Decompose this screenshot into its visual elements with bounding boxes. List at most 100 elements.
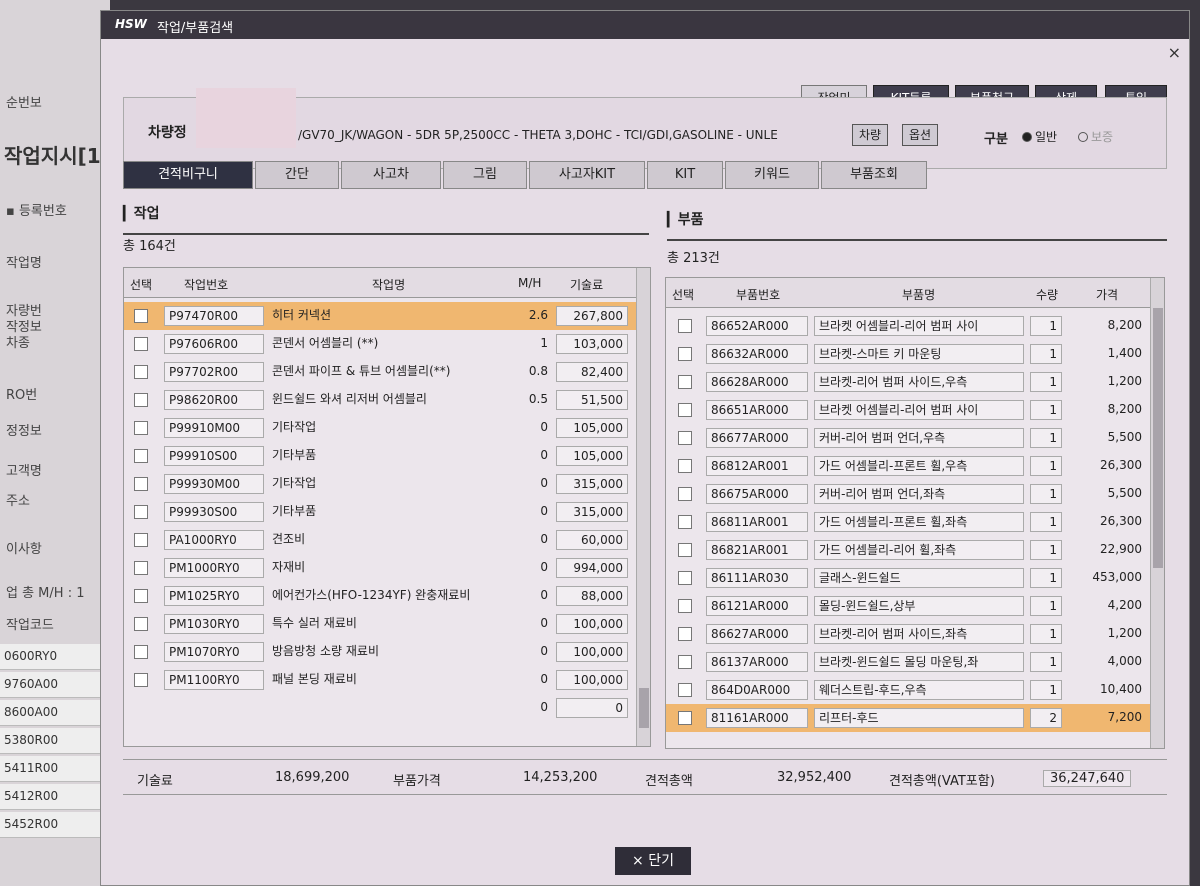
- labor-table-row[interactable]: P99910S00 기타부품 0 105,000: [124, 442, 650, 470]
- tab-accident-car[interactable]: 사고차: [341, 161, 441, 189]
- labor-row-checkbox[interactable]: [134, 337, 148, 351]
- part-qty[interactable]: 1: [1030, 540, 1062, 560]
- parts-row-checkbox[interactable]: [678, 711, 692, 725]
- part-qty[interactable]: 1: [1030, 680, 1062, 700]
- labor-table-row[interactable]: PA1000RY0 견조비 0 60,000: [124, 526, 650, 554]
- parts-row-checkbox[interactable]: [678, 683, 692, 697]
- radio-insurance[interactable]: 보증: [1078, 128, 1113, 145]
- vehicle-description: /GV70_JK/WAGON - 5DR 5P,2500CC - THETA 3…: [298, 128, 778, 142]
- tab-keyword[interactable]: 키워드: [725, 161, 819, 189]
- parts-row-checkbox[interactable]: [678, 347, 692, 361]
- labor-row-checkbox[interactable]: [134, 421, 148, 435]
- parts-row-checkbox[interactable]: [678, 459, 692, 473]
- parts-table-row[interactable]: 864D0AR000 웨더스트립-후드,우측 1 10,400: [666, 676, 1164, 704]
- parts-table-row[interactable]: 86652AR000 브라켓 어셈블리-리어 범퍼 사이 1 8,200: [666, 312, 1164, 340]
- parts-table-row[interactable]: 86821AR001 가드 어셈블리-리어 휠,좌측 1 22,900: [666, 536, 1164, 564]
- vehicle-button[interactable]: 차량: [852, 124, 889, 146]
- labor-row-checkbox[interactable]: [134, 365, 148, 379]
- part-qty[interactable]: 1: [1030, 372, 1062, 392]
- tab-kit[interactable]: KIT: [647, 161, 723, 189]
- part-qty[interactable]: 1: [1030, 400, 1062, 420]
- estimate-vat-value: 36,247,640: [1043, 770, 1132, 787]
- labor-table-row[interactable]: PM1100RY0 패널 본딩 재료비 0 100,000: [124, 666, 650, 694]
- part-qty[interactable]: 1: [1030, 624, 1062, 644]
- parts-table-row[interactable]: 86628AR000 브라켓-리어 범퍼 사이드,우측 1 1,200: [666, 368, 1164, 396]
- labor-row-checkbox[interactable]: [134, 533, 148, 547]
- labor-row-checkbox[interactable]: [134, 561, 148, 575]
- labor-row-checkbox[interactable]: [134, 617, 148, 631]
- parts-row-checkbox[interactable]: [678, 319, 692, 333]
- labor-table-row[interactable]: P97606R00 콘덴서 어셈블리 (**) 1 103,000: [124, 330, 650, 358]
- parts-row-checkbox[interactable]: [678, 571, 692, 585]
- labor-row-checkbox[interactable]: [134, 309, 148, 323]
- parts-table-row[interactable]: 86627AR000 브라켓-리어 범퍼 사이드,좌측 1 1,200: [666, 620, 1164, 648]
- labor-row-checkbox[interactable]: [134, 589, 148, 603]
- labor-table-row[interactable]: P98620R00 윈드쉴드 와셔 리저버 어셈블리 0.5 51,500: [124, 386, 650, 414]
- labor-table-row[interactable]: P97470R00 히터 커넥션 2.6 267,800: [124, 302, 650, 330]
- labor-table-row[interactable]: PM1030RY0 특수 실러 재료비 0 100,000: [124, 610, 650, 638]
- labor-table-row[interactable]: PM1025RY0 에어컨가스(HFO-1234YF) 완충재료비 0 88,000: [124, 582, 650, 610]
- parts-table-row[interactable]: 86137AR000 브라켓-윈드쉴드 몰딩 마운팅,좌 1 4,000: [666, 648, 1164, 676]
- parts-table-row[interactable]: 86632AR000 브라켓-스마트 키 마운팅 1 1,400: [666, 340, 1164, 368]
- parts-row-checkbox[interactable]: [678, 403, 692, 417]
- part-qty[interactable]: 2: [1030, 708, 1062, 728]
- labor-header-name: 작업명: [372, 278, 406, 292]
- parts-table-row[interactable]: 86111AR030 글래스-윈드쉴드 1 453,000: [666, 564, 1164, 592]
- parts-scrollbar[interactable]: [1150, 278, 1164, 748]
- parts-table-row[interactable]: 86121AR000 몰딩-윈드쉴드,상부 1 4,200: [666, 592, 1164, 620]
- part-qty[interactable]: 1: [1030, 456, 1062, 476]
- part-qty[interactable]: 1: [1030, 652, 1062, 672]
- labor-row-checkbox[interactable]: [134, 645, 148, 659]
- parts-row-checkbox[interactable]: [678, 487, 692, 501]
- parts-table-row[interactable]: 86675AR000 커버-리어 범퍼 언더,좌측 1 5,500: [666, 480, 1164, 508]
- labor-row-checkbox[interactable]: [134, 505, 148, 519]
- labor-mh: 0: [540, 420, 548, 434]
- parts-row-checkbox[interactable]: [678, 543, 692, 557]
- parts-scroll-thumb[interactable]: [1153, 308, 1163, 568]
- labor-mh: 0: [540, 588, 548, 602]
- labor-row-checkbox[interactable]: [134, 449, 148, 463]
- part-qty[interactable]: 1: [1030, 428, 1062, 448]
- parts-row-checkbox[interactable]: [678, 655, 692, 669]
- parts-row-checkbox[interactable]: [678, 627, 692, 641]
- tab-estimate-basket[interactable]: 견적비구니: [123, 161, 253, 189]
- parts-table-row[interactable]: 81161AR000 리프터-후드 2 7,200: [666, 704, 1164, 732]
- parts-row-checkbox[interactable]: [678, 515, 692, 529]
- labor-row-checkbox[interactable]: [134, 477, 148, 491]
- part-qty[interactable]: 1: [1030, 316, 1062, 336]
- labor-table-row[interactable]: 00: [124, 694, 650, 722]
- labor-row-checkbox[interactable]: [134, 393, 148, 407]
- parts-row-checkbox[interactable]: [678, 375, 692, 389]
- labor-table-row[interactable]: P99930S00 기타부품 0 315,000: [124, 498, 650, 526]
- labor-table-row[interactable]: P99930M00 기타작업 0 315,000: [124, 470, 650, 498]
- parts-table-row[interactable]: 86812AR001 가드 어셈블리-프론트 휠,우측 1 26,300: [666, 452, 1164, 480]
- part-qty[interactable]: 1: [1030, 344, 1062, 364]
- part-qty[interactable]: 1: [1030, 568, 1062, 588]
- labor-scrollbar[interactable]: [636, 268, 650, 746]
- tab-accident-kit[interactable]: 사고자KIT: [529, 161, 645, 189]
- labor-table-row[interactable]: PM1070RY0 방음방청 소량 재료비 0 100,000: [124, 638, 650, 666]
- labor-row-checkbox[interactable]: [134, 673, 148, 687]
- labor-table-row[interactable]: P97702R00 콘덴서 파이프 & 튜브 어셈블리(**) 0.8 82,400: [124, 358, 650, 386]
- parts-divider: [667, 239, 1167, 241]
- part-qty[interactable]: 1: [1030, 596, 1062, 616]
- part-qty[interactable]: 1: [1030, 512, 1062, 532]
- close-icon: ×: [632, 853, 644, 869]
- option-button[interactable]: 옵션: [902, 124, 939, 146]
- labor-table-row[interactable]: P99910M00 기타작업 0 105,000: [124, 414, 650, 442]
- close-button[interactable]: × 단기: [615, 847, 691, 875]
- window-close-icon[interactable]: ×: [1168, 43, 1181, 62]
- parts-table-row[interactable]: 86811AR001 가드 어셈블리-프론트 휠,좌측 1 26,300: [666, 508, 1164, 536]
- tab-picture[interactable]: 그림: [443, 161, 527, 189]
- parts-table-row[interactable]: 86651AR000 브라켓 어셈블리-리어 범퍼 사이 1 8,200: [666, 396, 1164, 424]
- part-qty[interactable]: 1: [1030, 484, 1062, 504]
- parts-row-checkbox[interactable]: [678, 431, 692, 445]
- labor-scroll-thumb[interactable]: [639, 688, 649, 728]
- labor-table-row[interactable]: PM1000RY0 자재비 0 994,000: [124, 554, 650, 582]
- parts-table-row[interactable]: 86677AR000 커버-리어 범퍼 언더,우측 1 5,500: [666, 424, 1164, 452]
- background-code-row: 5412R00: [0, 784, 100, 810]
- tab-parts-lookup[interactable]: 부품조회: [821, 161, 927, 189]
- parts-row-checkbox[interactable]: [678, 599, 692, 613]
- radio-normal[interactable]: 일반: [1022, 128, 1057, 145]
- tab-simple[interactable]: 간단: [255, 161, 339, 189]
